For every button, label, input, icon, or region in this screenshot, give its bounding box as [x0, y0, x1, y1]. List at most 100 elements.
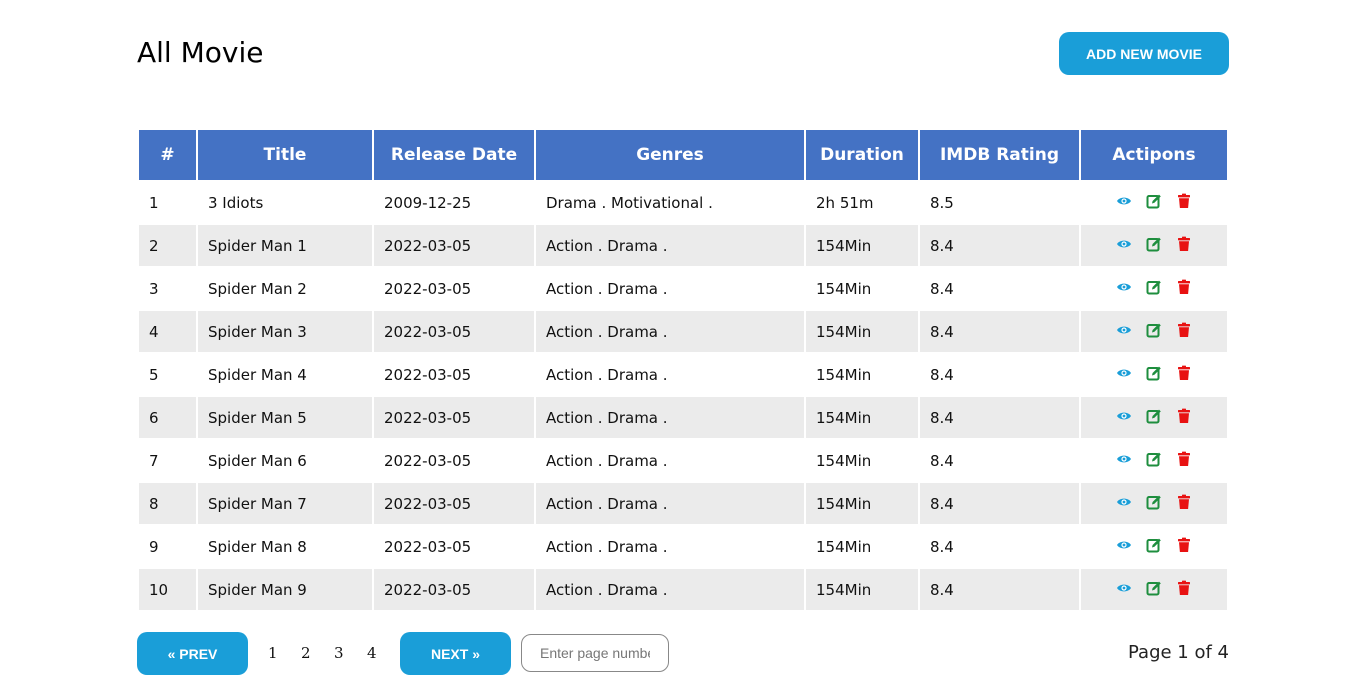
column-header-actions: Actipons	[1081, 130, 1227, 180]
genres: Action . Drama .	[546, 279, 668, 298]
genres: Action . Drama .	[536, 569, 804, 610]
trash-icon	[1178, 322, 1190, 337]
edit-button[interactable]	[1146, 365, 1162, 381]
release-date: 2022-03-05	[374, 397, 534, 438]
edit-button[interactable]	[1146, 322, 1162, 338]
row-actions	[1081, 182, 1227, 223]
imdb-rating: 8.4	[920, 569, 1079, 610]
view-button[interactable]	[1116, 494, 1132, 510]
column-header-release-date: Release Date	[374, 130, 534, 180]
table-row: 9 Spider Man 8 2022-03-05 Action . Drama . 1…	[139, 526, 1227, 567]
row-number: 2	[139, 225, 196, 266]
view-button[interactable]	[1116, 580, 1132, 596]
page-info: Page 1 of 4	[1128, 642, 1229, 663]
eye-icon	[1117, 283, 1131, 290]
row-number: 8	[139, 483, 196, 524]
column-header-genres: Genres	[536, 130, 804, 180]
page-link-4[interactable]: 4	[367, 644, 377, 662]
eye-icon	[1117, 541, 1131, 548]
view-button[interactable]	[1116, 451, 1132, 467]
table-row: 6 Spider Man 5 2022-03-05 Action . Drama .1…	[139, 397, 1227, 438]
edit-icon	[1146, 495, 1161, 509]
edit-button[interactable]	[1146, 279, 1162, 295]
release-date: 2009-12-25	[384, 193, 472, 212]
view-button[interactable]	[1116, 236, 1132, 252]
view-button[interactable]	[1116, 322, 1132, 338]
delete-button[interactable]	[1176, 408, 1192, 424]
delete-button[interactable]	[1176, 193, 1192, 209]
trash-icon	[1178, 236, 1190, 251]
row-actions	[1081, 225, 1227, 266]
genres: Action . Drama .	[546, 365, 668, 384]
movie-title: Spider Man 7	[198, 483, 372, 524]
edit-icon	[1146, 237, 1161, 251]
row-actions	[1081, 397, 1227, 438]
eye-icon	[1117, 369, 1131, 376]
edit-icon	[1146, 409, 1161, 423]
delete-button[interactable]	[1176, 537, 1192, 553]
movie-title: Spider Man 4	[208, 365, 307, 384]
genres: Drama . Motivational .	[546, 193, 713, 212]
delete-button[interactable]	[1176, 236, 1192, 252]
edit-icon	[1146, 194, 1161, 208]
release-date: 2022-03-05	[374, 569, 534, 610]
movie-title: Spider Man 3	[198, 311, 372, 352]
imdb-rating: 8.4	[930, 537, 954, 556]
genres: Action . Drama .	[546, 537, 668, 556]
release-date: 2022-03-05	[384, 279, 472, 298]
release-date: 2022-03-05	[384, 537, 472, 556]
delete-button[interactable]	[1176, 322, 1192, 338]
delete-button[interactable]	[1176, 580, 1192, 596]
imdb-rating: 8.4	[920, 483, 1079, 524]
delete-button[interactable]	[1176, 279, 1192, 295]
page-link-2[interactable]: 2	[301, 644, 311, 662]
column-header-duration: Duration	[806, 130, 918, 180]
eye-icon	[1117, 498, 1131, 505]
edit-button[interactable]	[1146, 193, 1162, 209]
movie-title: Spider Man 8	[208, 537, 307, 556]
table-row: 2 Spider Man 1 2022-03-05 Action . Drama .1…	[139, 225, 1227, 266]
view-button[interactable]	[1116, 408, 1132, 424]
release-date: 2022-03-05	[374, 483, 534, 524]
duration: 154Min	[806, 225, 918, 266]
row-actions	[1081, 483, 1227, 524]
trash-icon	[1178, 494, 1190, 509]
imdb-rating: 8.4	[920, 225, 1079, 266]
movie-title: 3 Idiots	[208, 193, 264, 212]
duration: 154Min	[806, 311, 918, 352]
edit-icon	[1146, 581, 1161, 595]
prev-page-button[interactable]: « PREV	[137, 632, 248, 675]
page-number-input[interactable]	[521, 634, 669, 672]
edit-button[interactable]	[1146, 537, 1162, 553]
delete-button[interactable]	[1176, 365, 1192, 381]
delete-button[interactable]	[1176, 451, 1192, 467]
row-number: 4	[139, 311, 196, 352]
imdb-rating: 8.4	[920, 397, 1079, 438]
page-link-3[interactable]: 3	[334, 644, 344, 662]
view-button[interactable]	[1116, 365, 1132, 381]
view-button[interactable]	[1116, 279, 1132, 295]
table-row: 1 3 Idiots 2009-12-25 Drama . Motivational …	[139, 182, 1227, 223]
page-link-1[interactable]: 1	[268, 644, 278, 662]
trash-icon	[1178, 279, 1190, 294]
column-header-title: Title	[198, 130, 372, 180]
duration: 154Min	[816, 279, 872, 298]
add-new-movie-button[interactable]: ADD NEW MOVIE	[1059, 32, 1229, 75]
view-button[interactable]	[1116, 537, 1132, 553]
movie-title: Spider Man 2	[208, 279, 307, 298]
edit-button[interactable]	[1146, 236, 1162, 252]
row-number: 1	[149, 193, 159, 212]
next-page-button[interactable]: NEXT »	[400, 632, 511, 675]
edit-button[interactable]	[1146, 494, 1162, 510]
edit-button[interactable]	[1146, 580, 1162, 596]
row-number: 6	[139, 397, 196, 438]
imdb-rating: 8.5	[930, 193, 954, 212]
delete-button[interactable]	[1176, 494, 1192, 510]
duration: 154Min	[816, 365, 872, 384]
table-row: 4 Spider Man 3 2022-03-05 Action . Drama .1…	[139, 311, 1227, 352]
table-row: 3 Spider Man 2 2022-03-05 Action . Drama . 1…	[139, 268, 1227, 309]
edit-button[interactable]	[1146, 408, 1162, 424]
row-number: 10	[139, 569, 196, 610]
view-button[interactable]	[1116, 193, 1132, 209]
edit-button[interactable]	[1146, 451, 1162, 467]
